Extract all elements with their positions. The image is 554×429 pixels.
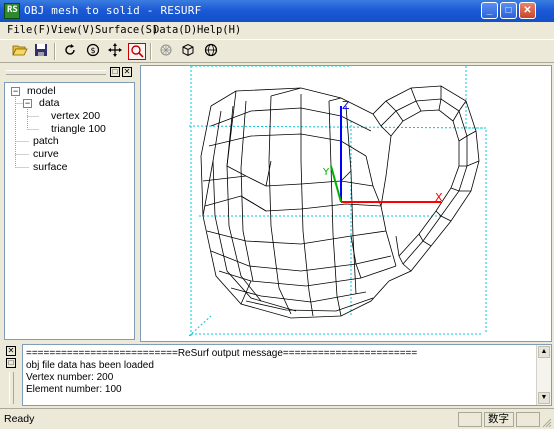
model-tree: − model − data vertex 200 triangle 100 p…: [4, 82, 135, 340]
output-log[interactable]: ==========================ReSurf output …: [22, 344, 552, 406]
pane-float-button[interactable]: □: [110, 67, 120, 77]
scroll-down-button[interactable]: ▼: [538, 392, 550, 404]
zoom-window-icon: [131, 45, 144, 58]
menu-surface[interactable]: Surface(S): [95, 24, 158, 36]
open-button[interactable]: [11, 43, 29, 60]
sphere-button[interactable]: [202, 43, 220, 60]
app-icon: RS: [4, 3, 20, 19]
close-button[interactable]: ✕: [519, 2, 536, 19]
tree-item-model[interactable]: model: [27, 85, 56, 97]
status-bar: Ready 数字: [0, 408, 554, 429]
menu-file[interactable]: File(F): [7, 24, 51, 36]
status-panel: [516, 412, 540, 427]
resize-grip-icon[interactable]: [541, 417, 552, 428]
output-line: Element number: 100: [26, 384, 122, 395]
maximize-icon: □: [505, 5, 512, 16]
svg-text:$: $: [90, 46, 95, 55]
move-icon: [108, 43, 122, 57]
output-pane: ✕ □ ==========================ReSurf out…: [2, 344, 552, 406]
float-icon: □: [8, 358, 14, 367]
float-icon: □: [112, 67, 118, 76]
minimize-button[interactable]: _: [481, 2, 498, 19]
axis-triad: Z X Y: [322, 99, 443, 204]
y-axis-label: Y: [322, 167, 330, 178]
tree-item-curve[interactable]: curve: [33, 148, 59, 160]
output-close-button[interactable]: ✕: [6, 346, 16, 356]
output-line: ==========================ReSurf output …: [26, 348, 418, 359]
pane-gripper[interactable]: [6, 70, 106, 75]
mesh-canvas[interactable]: Z X Y: [141, 65, 551, 341]
output-float-button[interactable]: □: [6, 358, 16, 368]
open-icon: [12, 45, 28, 56]
minimize-icon: _: [486, 5, 493, 16]
status-text: Ready: [4, 413, 35, 425]
arrow-up-icon: ▲: [540, 348, 548, 355]
output-scrollbar[interactable]: ▲ ▼: [536, 345, 551, 405]
tree-item-vertex[interactable]: vertex 200: [51, 110, 100, 122]
menu-view[interactable]: View(V): [51, 24, 95, 36]
arrow-down-icon: ▼: [540, 394, 548, 401]
y-axis: [330, 165, 342, 203]
box-button[interactable]: [179, 43, 197, 60]
scroll-up-button[interactable]: ▲: [538, 346, 550, 358]
app-icon-label: RS: [7, 5, 18, 15]
minus-icon: −: [12, 86, 19, 96]
tree-item-data[interactable]: data: [39, 97, 59, 109]
rotate-icon: [65, 44, 75, 55]
x-axis-label: X: [435, 191, 443, 204]
minus-icon: −: [24, 98, 31, 108]
tree-item-triangle[interactable]: triangle 100: [51, 123, 106, 135]
close-icon: ✕: [523, 5, 532, 16]
mesh-button[interactable]: [157, 43, 175, 60]
save-icon: [35, 44, 47, 56]
pane-close-button[interactable]: ✕: [122, 67, 132, 77]
output-line: obj file data has been loaded: [26, 360, 154, 371]
move-button[interactable]: [106, 43, 124, 60]
toolbar: $: [0, 39, 554, 63]
toolbar-separator: [54, 43, 56, 60]
pan-icon: $: [86, 43, 100, 57]
close-icon: ✕: [7, 346, 15, 355]
collapse-model-toggle[interactable]: −: [11, 87, 20, 96]
window-title: OBJ mesh to solid - RESURF: [24, 4, 202, 17]
toolbar-separator: [150, 43, 152, 60]
menu-bar: File(F) View(V) Surface(S) Data(D) Help(…: [0, 22, 554, 39]
pan-button[interactable]: $: [84, 43, 102, 60]
tree-item-surface[interactable]: surface: [33, 161, 67, 173]
output-line: Vertex number: 200: [26, 372, 114, 383]
collapse-data-toggle[interactable]: −: [23, 99, 32, 108]
pane-gripper[interactable]: [9, 372, 14, 404]
save-button[interactable]: [32, 43, 50, 60]
pane-header[interactable]: □ ✕: [2, 65, 136, 79]
box-icon: [182, 43, 194, 57]
close-icon: ✕: [123, 67, 131, 76]
3d-viewport[interactable]: Z X Y: [140, 65, 552, 342]
rotate-button[interactable]: [61, 43, 79, 60]
num-lock-indicator: 数字: [484, 412, 514, 427]
tree-item-patch[interactable]: patch: [33, 135, 59, 147]
status-panel: [458, 412, 482, 427]
zoom-window-button[interactable]: [128, 43, 146, 60]
menu-data[interactable]: Data(D): [153, 24, 197, 36]
maximize-button[interactable]: □: [500, 2, 517, 19]
mesh-icon: [160, 44, 172, 56]
menu-help[interactable]: Help(H): [197, 24, 241, 36]
sphere-icon: [204, 43, 218, 57]
z-axis-label: Z: [342, 99, 350, 112]
model-tree-pane: □ ✕ − model − data vertex 200 triangle 1…: [2, 65, 136, 342]
title-bar: RS OBJ mesh to solid - RESURF _ □ ✕: [0, 0, 554, 22]
